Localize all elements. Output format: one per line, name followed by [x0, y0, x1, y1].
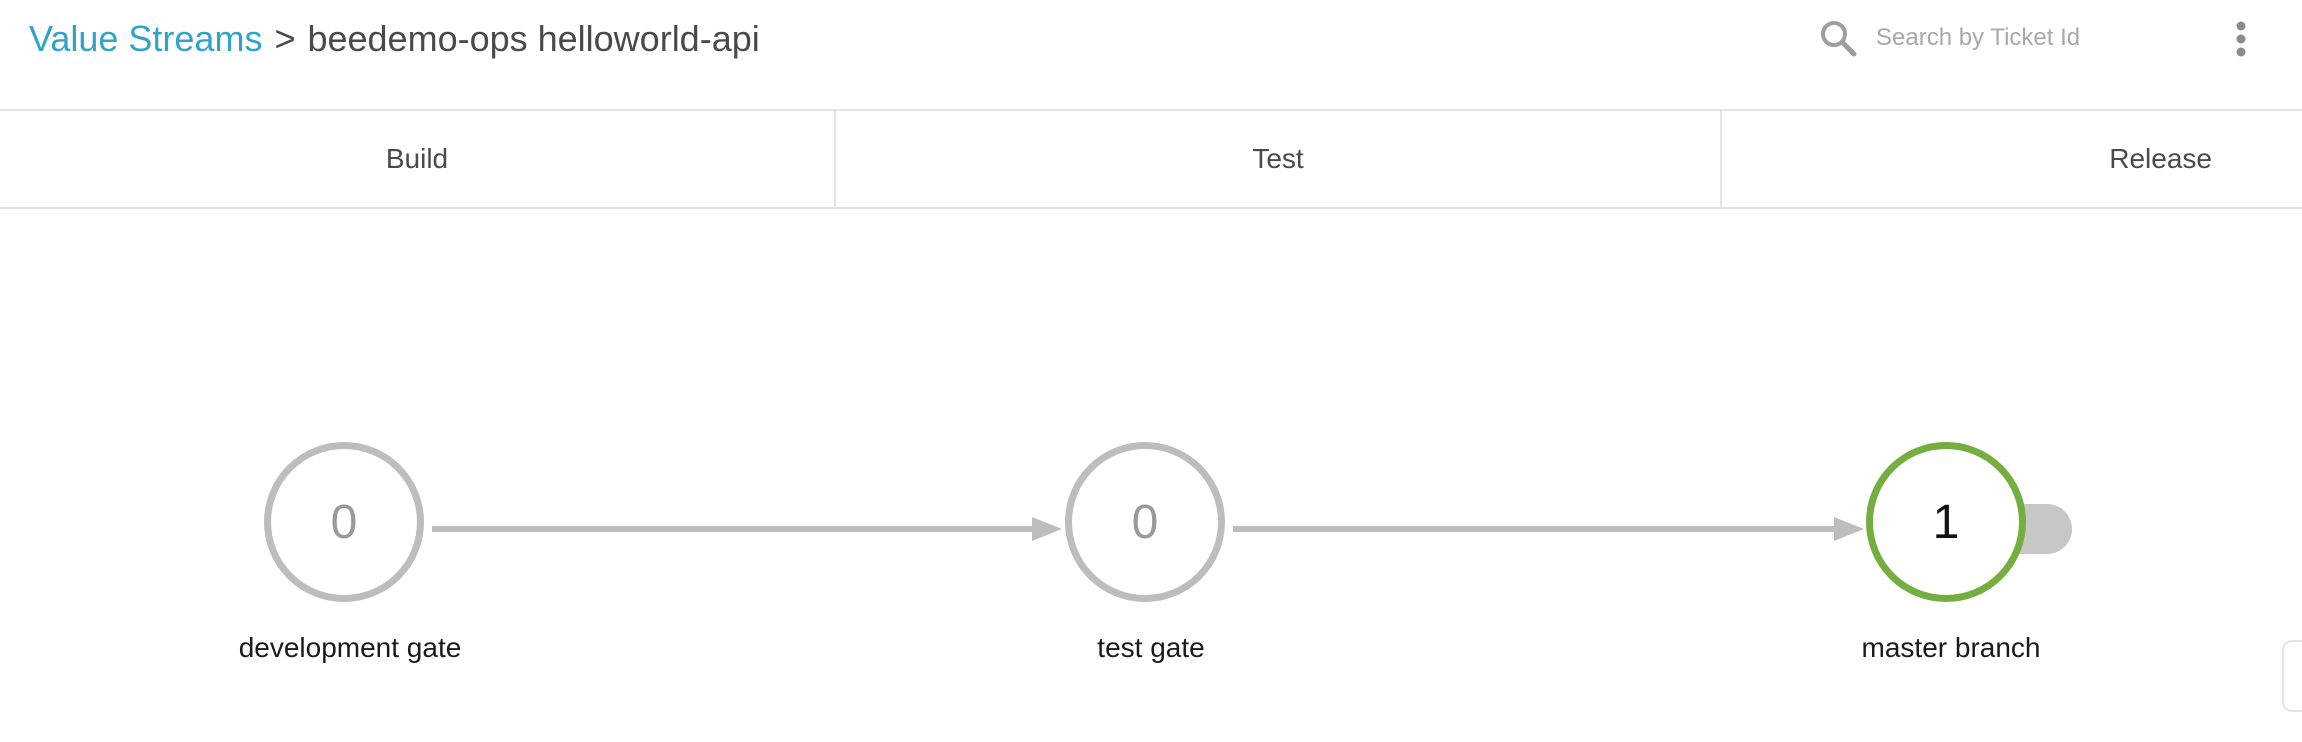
value-stream-graph: 0 development gate 0 test gate 1 master … — [0, 209, 2302, 742]
node-development-gate[interactable]: 0 — [264, 442, 424, 602]
kebab-menu-icon[interactable] — [2226, 18, 2256, 60]
ticket-search — [1818, 16, 2218, 60]
phase-build[interactable]: Build — [0, 111, 836, 207]
breadcrumb: Value Streams > beedemo-ops helloworld-a… — [29, 14, 760, 64]
breadcrumb-separator: > — [274, 18, 296, 59]
edge-arrowhead-master — [1834, 517, 1864, 541]
edge-arrowhead-test — [1032, 517, 1062, 541]
breadcrumb-value-streams-link[interactable]: Value Streams — [29, 18, 262, 60]
node-label-development-gate: development gate — [238, 632, 462, 663]
value-stream-page: Value Streams > beedemo-ops helloworld-a… — [0, 0, 2302, 742]
search-input[interactable] — [1874, 23, 2208, 53]
phase-tabs: Build Test Release — [0, 111, 2302, 209]
phase-test[interactable]: Test — [836, 111, 1722, 207]
node-master-branch[interactable]: 1 — [1866, 442, 2026, 602]
side-panel-toggle[interactable] — [2282, 640, 2302, 712]
node-label-master-branch: master branch — [1861, 632, 2041, 663]
search-icon[interactable] — [1818, 18, 1858, 58]
node-label-test-gate: test gate — [1097, 632, 1205, 663]
page-title: beedemo-ops helloworld-api — [307, 18, 760, 59]
node-test-gate[interactable]: 0 — [1065, 442, 1225, 602]
phase-release[interactable]: Release — [1722, 111, 2302, 207]
header: Value Streams > beedemo-ops helloworld-a… — [0, 0, 2302, 111]
